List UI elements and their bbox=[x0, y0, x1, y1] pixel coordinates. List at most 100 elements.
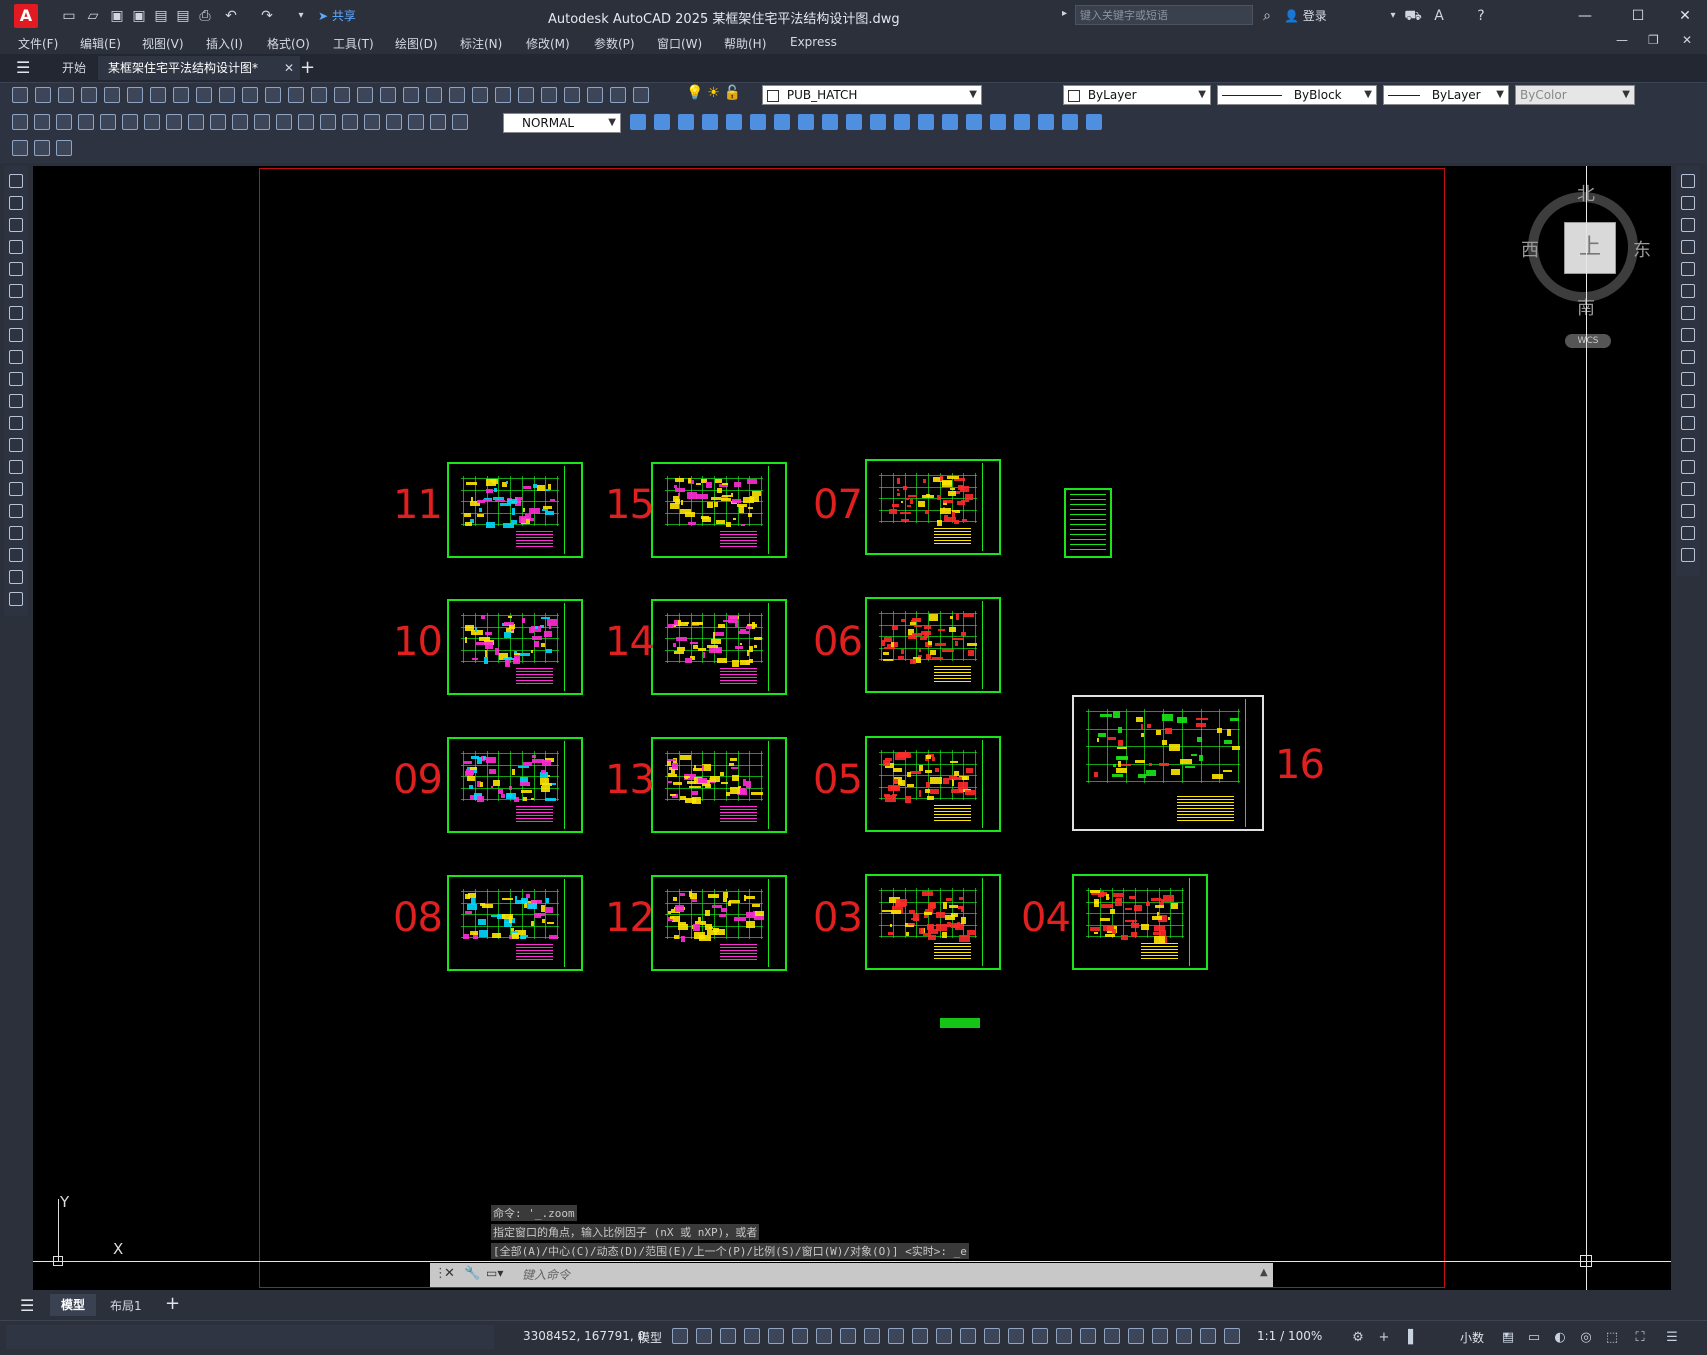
toolbar-icon[interactable] bbox=[792, 1328, 808, 1344]
tool-icon[interactable] bbox=[9, 460, 23, 474]
open-folder-icon[interactable]: ▱ bbox=[84, 7, 102, 25]
toolbar-icon[interactable] bbox=[696, 1328, 712, 1344]
toolbar-icon[interactable] bbox=[564, 87, 580, 103]
toolbar-icon[interactable] bbox=[1152, 1328, 1168, 1344]
toolbar-icon[interactable] bbox=[219, 87, 235, 103]
annotation-scale[interactable]: 1:1 / 100% bbox=[1257, 1329, 1322, 1343]
toolbar-icon[interactable] bbox=[990, 114, 1006, 130]
toolbar-icon[interactable] bbox=[846, 114, 862, 130]
toolbar-icon[interactable] bbox=[100, 114, 116, 130]
toolbar-icon[interactable] bbox=[386, 114, 402, 130]
tool-icon[interactable] bbox=[9, 174, 23, 188]
menu-draw[interactable]: 绘图(D) bbox=[395, 35, 438, 52]
toolbar-icon[interactable] bbox=[541, 87, 557, 103]
toolbar-icon[interactable] bbox=[364, 114, 380, 130]
tool-icon[interactable] bbox=[1681, 482, 1695, 496]
toolbar-icon[interactable] bbox=[1080, 1328, 1096, 1344]
toolbar-icon[interactable] bbox=[726, 114, 742, 130]
drawing-sheet[interactable] bbox=[447, 875, 583, 971]
tool-icon[interactable] bbox=[9, 218, 23, 232]
menu-edit[interactable]: 编辑(E) bbox=[80, 35, 121, 52]
toolbar-icon[interactable] bbox=[774, 114, 790, 130]
tool-icon[interactable] bbox=[1681, 416, 1695, 430]
toolbar-icon[interactable] bbox=[1224, 1328, 1240, 1344]
toolbar-icon[interactable] bbox=[430, 114, 446, 130]
toolbar-icon[interactable] bbox=[12, 140, 28, 156]
tool-icon[interactable] bbox=[9, 438, 23, 452]
toolbar-icon[interactable] bbox=[196, 87, 212, 103]
tool-icon[interactable] bbox=[9, 372, 23, 386]
layout-list-icon[interactable]: ☰ bbox=[20, 1296, 34, 1315]
maximize-button[interactable]: ☐ bbox=[1618, 4, 1658, 28]
toolbar-icon[interactable] bbox=[298, 114, 314, 130]
toolbar-icon[interactable] bbox=[630, 114, 646, 130]
toolbar-icon[interactable] bbox=[150, 87, 166, 103]
tool-icon[interactable] bbox=[1681, 504, 1695, 518]
toolbar-icon[interactable] bbox=[912, 1328, 928, 1344]
wrench-icon[interactable]: 🔧 bbox=[464, 1266, 480, 1281]
toolbar-icon[interactable] bbox=[34, 140, 50, 156]
tool-icon[interactable] bbox=[9, 262, 23, 276]
menu-insert[interactable]: 插入(I) bbox=[206, 35, 243, 52]
legend-table-block[interactable] bbox=[1064, 488, 1112, 558]
toolbar-icon[interactable] bbox=[58, 87, 74, 103]
toolbar-icon[interactable] bbox=[311, 87, 327, 103]
toolbar-icon[interactable] bbox=[744, 1328, 760, 1344]
tool-icon[interactable] bbox=[9, 394, 23, 408]
drawing-canvas[interactable]: 11 15 07 10 14 06 09 13 05 08 12 03 04 16 上 北 南 东 西 W… bbox=[33, 166, 1671, 1290]
wcs-menu-button[interactable]: WCS bbox=[1565, 334, 1611, 348]
toolbar-icon[interactable] bbox=[452, 114, 468, 130]
tool-icon[interactable] bbox=[9, 350, 23, 364]
toolbar-icon[interactable] bbox=[816, 1328, 832, 1344]
annotation-plus-icon[interactable]: + bbox=[1376, 1330, 1392, 1346]
tool-icon[interactable] bbox=[9, 570, 23, 584]
toolbar-icon[interactable] bbox=[357, 87, 373, 103]
menu-window[interactable]: 窗口(W) bbox=[657, 35, 702, 52]
toolbar-icon[interactable] bbox=[942, 114, 958, 130]
toolbar-icon[interactable] bbox=[1062, 114, 1078, 130]
toolbar-icon[interactable] bbox=[232, 114, 248, 130]
tool-icon[interactable] bbox=[1681, 218, 1695, 232]
tool-icon[interactable] bbox=[9, 526, 23, 540]
tool-icon[interactable] bbox=[9, 416, 23, 430]
tool-icon[interactable] bbox=[1681, 306, 1695, 320]
toolbar-icon[interactable] bbox=[449, 87, 465, 103]
fullscreen-icon[interactable]: ⛶ bbox=[1632, 1330, 1648, 1346]
toolbar-icon[interactable] bbox=[288, 87, 304, 103]
menu-tools[interactable]: 工具(T) bbox=[333, 35, 374, 52]
share-button[interactable]: ➤ 共享 bbox=[318, 7, 356, 24]
drawing-sheet[interactable] bbox=[447, 462, 583, 558]
toolbar-icon[interactable] bbox=[918, 114, 934, 130]
toolbar-icon[interactable] bbox=[864, 1328, 880, 1344]
tool-icon[interactable] bbox=[1681, 394, 1695, 408]
toolbar-icon[interactable] bbox=[1104, 1328, 1120, 1344]
drawing-sheet[interactable] bbox=[1072, 874, 1208, 970]
menu-view[interactable]: 视图(V) bbox=[142, 35, 184, 52]
tool-icon[interactable] bbox=[1681, 196, 1695, 210]
toolbar-icon[interactable] bbox=[610, 87, 626, 103]
toolbar-icon[interactable] bbox=[34, 114, 50, 130]
drawing-sheet[interactable] bbox=[865, 874, 1001, 970]
toolbar-icon[interactable] bbox=[12, 87, 28, 103]
toolbar-icon[interactable] bbox=[104, 87, 120, 103]
toolbar-icon[interactable] bbox=[127, 87, 143, 103]
toolbar-icon[interactable] bbox=[966, 114, 982, 130]
toolbar-icon[interactable] bbox=[678, 114, 694, 130]
tool-icon[interactable] bbox=[9, 592, 23, 606]
toolbar-icon[interactable] bbox=[144, 114, 160, 130]
cart-icon[interactable]: ⛟ bbox=[1404, 7, 1422, 25]
monitor-icon[interactable]: ▭ bbox=[1526, 1330, 1542, 1346]
menu-parametric[interactable]: 参数(P) bbox=[594, 35, 635, 52]
units-dropdown[interactable]: 小数 bbox=[1460, 1329, 1484, 1346]
toolbar-icon[interactable] bbox=[173, 87, 189, 103]
doc-close-button[interactable]: ✕ bbox=[1682, 33, 1692, 47]
toolbar-icon[interactable] bbox=[672, 1328, 688, 1344]
menu-modify[interactable]: 修改(M) bbox=[526, 35, 570, 52]
model-space-button[interactable]: 模型 bbox=[638, 1329, 662, 1346]
lightbulb-icon[interactable]: 💡 bbox=[686, 85, 703, 101]
toolbar-icon[interactable] bbox=[495, 87, 511, 103]
help-icon[interactable]: ? bbox=[1472, 7, 1490, 25]
search-input[interactable]: 键入关键字或短语 bbox=[1075, 5, 1253, 25]
sun-icon[interactable]: ☀ bbox=[707, 85, 720, 101]
plot-icon[interactable]: ⎙ bbox=[196, 7, 214, 25]
